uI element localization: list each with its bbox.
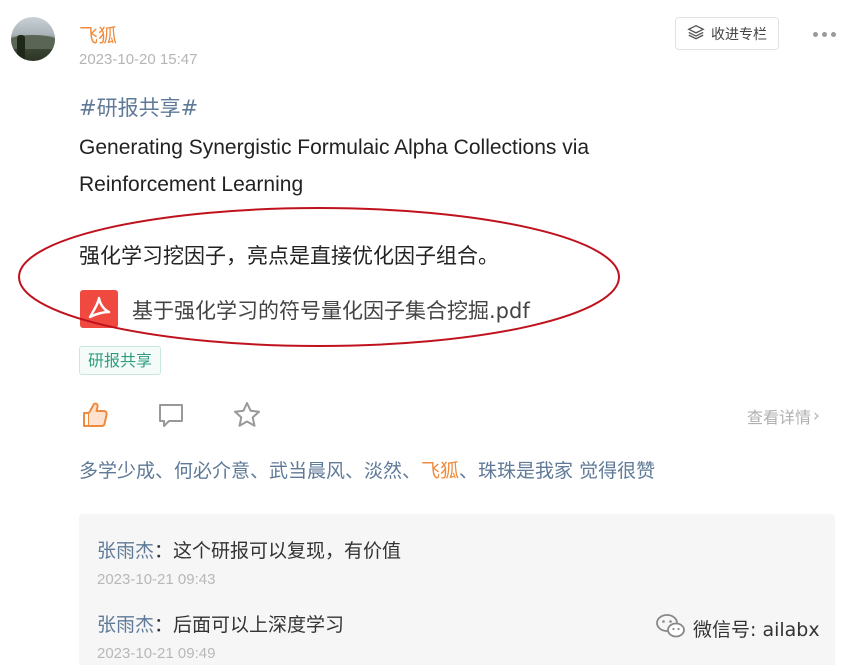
likes-highlight-name[interactable]: 飞狐 (421, 460, 459, 482)
pdf-icon[interactable] (80, 290, 118, 328)
likes-list: 多学少成、何必介意、武当晨风、淡然、飞狐、珠珠是我家 觉得很赞 (79, 456, 655, 483)
comment-item[interactable]: 张雨杰：这个研报可以复现，有价值 2023-10-21 09:43 (97, 536, 401, 588)
post-title: Generating Synergistic Formulaic Alpha C… (79, 136, 590, 196)
collect-label: 收进专栏 (711, 26, 767, 43)
comment-item[interactable]: 张雨杰：后面可以上深度学习 2023-10-21 09:49 (97, 610, 344, 662)
comment-text: 后面可以上深度学习 (173, 614, 345, 636)
more-icon[interactable] (810, 24, 838, 44)
comment-separator: ： (154, 614, 174, 636)
collect-to-column-button[interactable]: 收进专栏 (675, 17, 779, 50)
avatar[interactable] (11, 17, 55, 61)
post-summary: 强化学习挖因子，亮点是直接优化因子组合。 (79, 244, 499, 268)
view-details-link[interactable]: 查看详情 › (747, 404, 820, 428)
author-name[interactable]: 飞狐 (79, 21, 117, 48)
comment-author[interactable]: 张雨杰 (97, 614, 154, 636)
star-icon[interactable] (232, 400, 262, 430)
comment-icon[interactable] (156, 400, 186, 430)
topic-tag[interactable]: 研报共享 (79, 346, 162, 375)
comment-separator: ： (154, 540, 174, 562)
likes-names[interactable]: 多学少成、何必介意、武当晨风、淡然、 (79, 460, 421, 482)
watermark-label: 微信号: ailabx (693, 619, 820, 641)
attachment-file-name[interactable]: 基于强化学习的符号量化因子集合挖掘.pdf (132, 295, 530, 325)
collect-icon (687, 23, 705, 45)
view-details-label: 查看详情 (747, 408, 812, 427)
wechat-icon (655, 612, 687, 645)
comment-timestamp: 2023-10-21 09:43 (97, 571, 216, 588)
comment-timestamp: 2023-10-21 09:49 (97, 645, 216, 662)
like-icon[interactable] (80, 400, 110, 430)
chevron-right-icon: › (813, 406, 820, 426)
likes-names-tail[interactable]: 、珠珠是我家 觉得很赞 (459, 460, 655, 482)
post-hashtag[interactable]: #研报共享# (79, 92, 198, 122)
watermark: 微信号: ailabx (655, 612, 820, 645)
post-timestamp: 2023-10-20 15:47 (79, 51, 198, 68)
comment-text: 这个研报可以复现，有价值 (173, 540, 402, 562)
comment-author[interactable]: 张雨杰 (97, 540, 154, 562)
